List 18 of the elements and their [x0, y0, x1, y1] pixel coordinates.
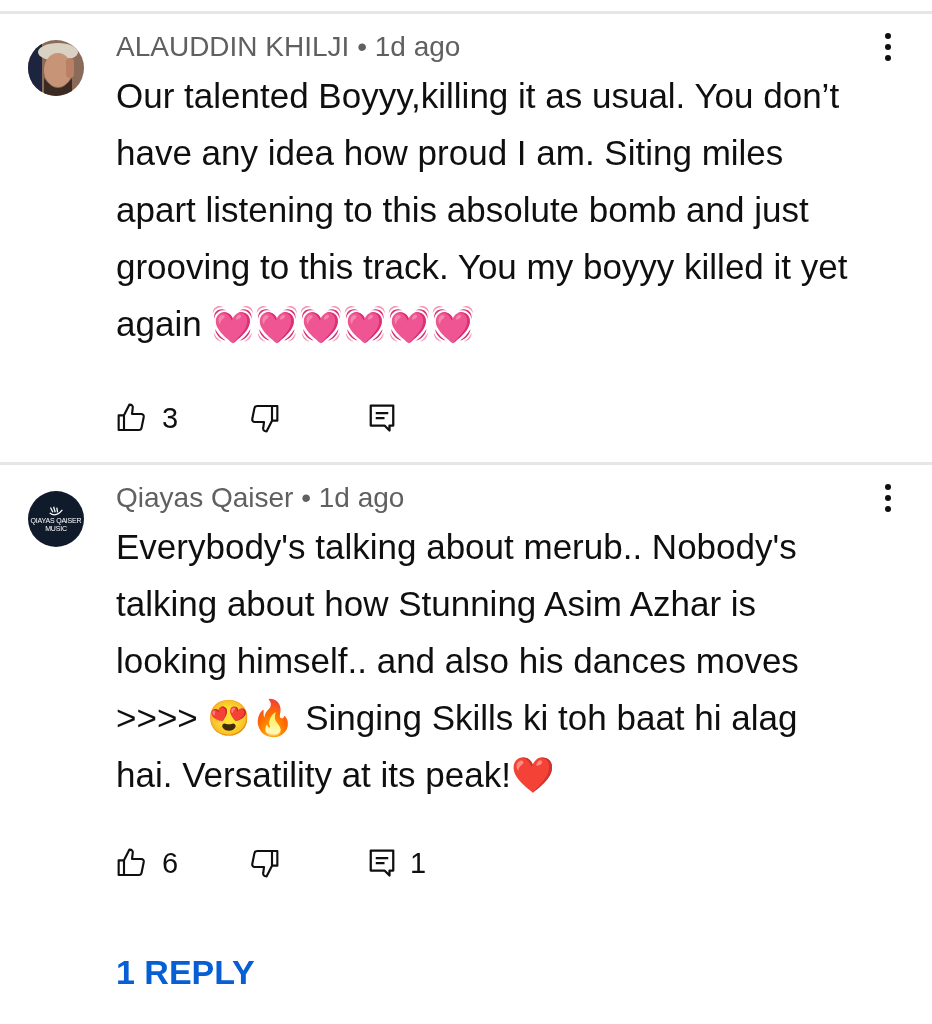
comment-meta: Qiayas Qaiser • 1d ago	[116, 482, 405, 514]
reply-count: 1	[410, 846, 427, 880]
more-options-icon[interactable]	[884, 483, 892, 513]
like-count: 6	[162, 846, 179, 880]
comment-text: Our talented Boyyy,killing it as usual. You don’t have any idea how proud I am. Siting miles apart listening to this absolute bomb and just grooving to this track. You my boyyy killed it yet again 💓💓💓💓💓💓	[116, 75, 849, 345]
more-options-icon[interactable]	[884, 32, 892, 62]
comment-text: Everybody's talking about merub.. Nobody's talking about how Stunning Asim Azhar is looking himself.. and also his dances moves >>>> 😍🔥 Singing Skills ki toh baat hi alag hai. Versatility at its peak!❤	[116, 526, 800, 796]
comment-meta: ALAUDDIN KHILJI • 1d ago	[116, 31, 461, 63]
reply-icon[interactable]	[368, 403, 396, 433]
dislike-icon[interactable]	[248, 847, 280, 879]
reply-icon[interactable]	[368, 848, 396, 878]
like-count: 3	[162, 401, 179, 435]
like-icon[interactable]	[116, 847, 148, 879]
dislike-icon[interactable]	[248, 402, 280, 434]
like-icon[interactable]	[116, 402, 148, 434]
hand-logo-icon	[48, 505, 64, 517]
avatar[interactable]	[28, 40, 84, 96]
replies-link[interactable]: 1 REPLY	[116, 953, 255, 992]
